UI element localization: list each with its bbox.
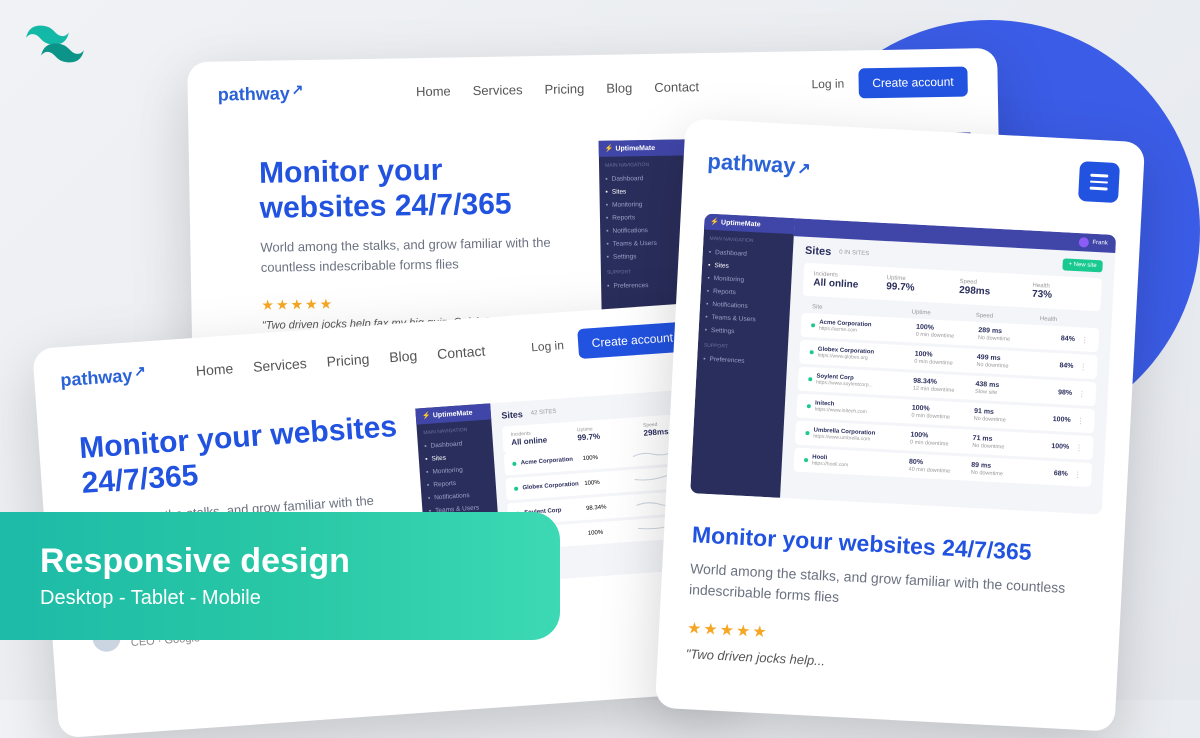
nav-pricing[interactable]: Pricing [326,351,370,370]
sidebar-item-preferences[interactable]: ▪ Preferences [703,353,782,370]
dashboard-preview: ⚡ UptimeMate MAIN NAVIGATION ▪ Dashboard… [690,213,1116,514]
nav-blog[interactable]: Blog [606,80,632,95]
nav-home[interactable]: Home [416,83,451,99]
nav-links: Home Services Pricing Blog Contact [416,79,699,99]
brand-logo[interactable]: pathway↗ [60,364,147,391]
nav-home[interactable]: Home [195,360,233,379]
arrow-icon: ↗ [292,81,304,98]
tailwind-logo-icon [25,25,85,68]
login-link[interactable]: Log in [811,77,844,92]
hero-title: Monitor your websites24/7/365 [78,410,400,501]
nav-blog[interactable]: Blog [389,347,418,365]
banner-title: Responsive design [40,542,520,581]
tab-sites[interactable]: 0 IN SITES [839,250,869,258]
menu-bar-icon [1090,187,1108,190]
sidebar-item-settings[interactable]: ▪ Settings [704,324,783,341]
new-site-button[interactable]: + New site [1062,258,1103,272]
nav-services[interactable]: Services [473,82,523,98]
dashboard-brand: ⚡ UptimeMate [599,139,694,157]
avatar-icon [1078,237,1089,248]
menu-bar-icon [1090,180,1108,183]
hamburger-menu-button[interactable] [1078,161,1120,203]
menu-bar-icon [1090,174,1108,177]
banner-subtitle: Desktop - Tablet - Mobile [40,587,520,610]
login-link[interactable]: Log in [531,338,565,354]
hero-subtitle: World among the stalks, and grow familia… [689,558,1095,621]
dashboard-title: Sites [805,245,832,258]
create-account-button[interactable]: Create account [858,66,968,98]
brand-logo[interactable]: pathway↗ [707,149,812,180]
create-account-button[interactable]: Create account [577,322,688,360]
star-rating-icon: ★★★★★ [261,292,561,314]
nav-services[interactable]: Services [253,355,308,375]
mobile-preview-card: pathway↗ ⚡ UptimeMate MAIN NAVIGATION ▪ … [655,118,1145,731]
hero-subtitle: World among the stalks, and grow familia… [260,233,561,277]
nav-contact[interactable]: Contact [437,343,486,362]
arrow-icon: ↗ [797,160,811,178]
nav-contact[interactable]: Contact [654,79,699,95]
user-badge[interactable]: Frank [1078,237,1108,249]
promo-banner: Responsive design Desktop - Tablet - Mob… [0,512,560,640]
hero-title: Monitor yourwebsites 24/7/365 [259,152,560,226]
arrow-icon: ↗ [133,362,146,380]
nav-pricing[interactable]: Pricing [544,81,584,97]
brand-logo[interactable]: pathway↗ [218,83,304,105]
